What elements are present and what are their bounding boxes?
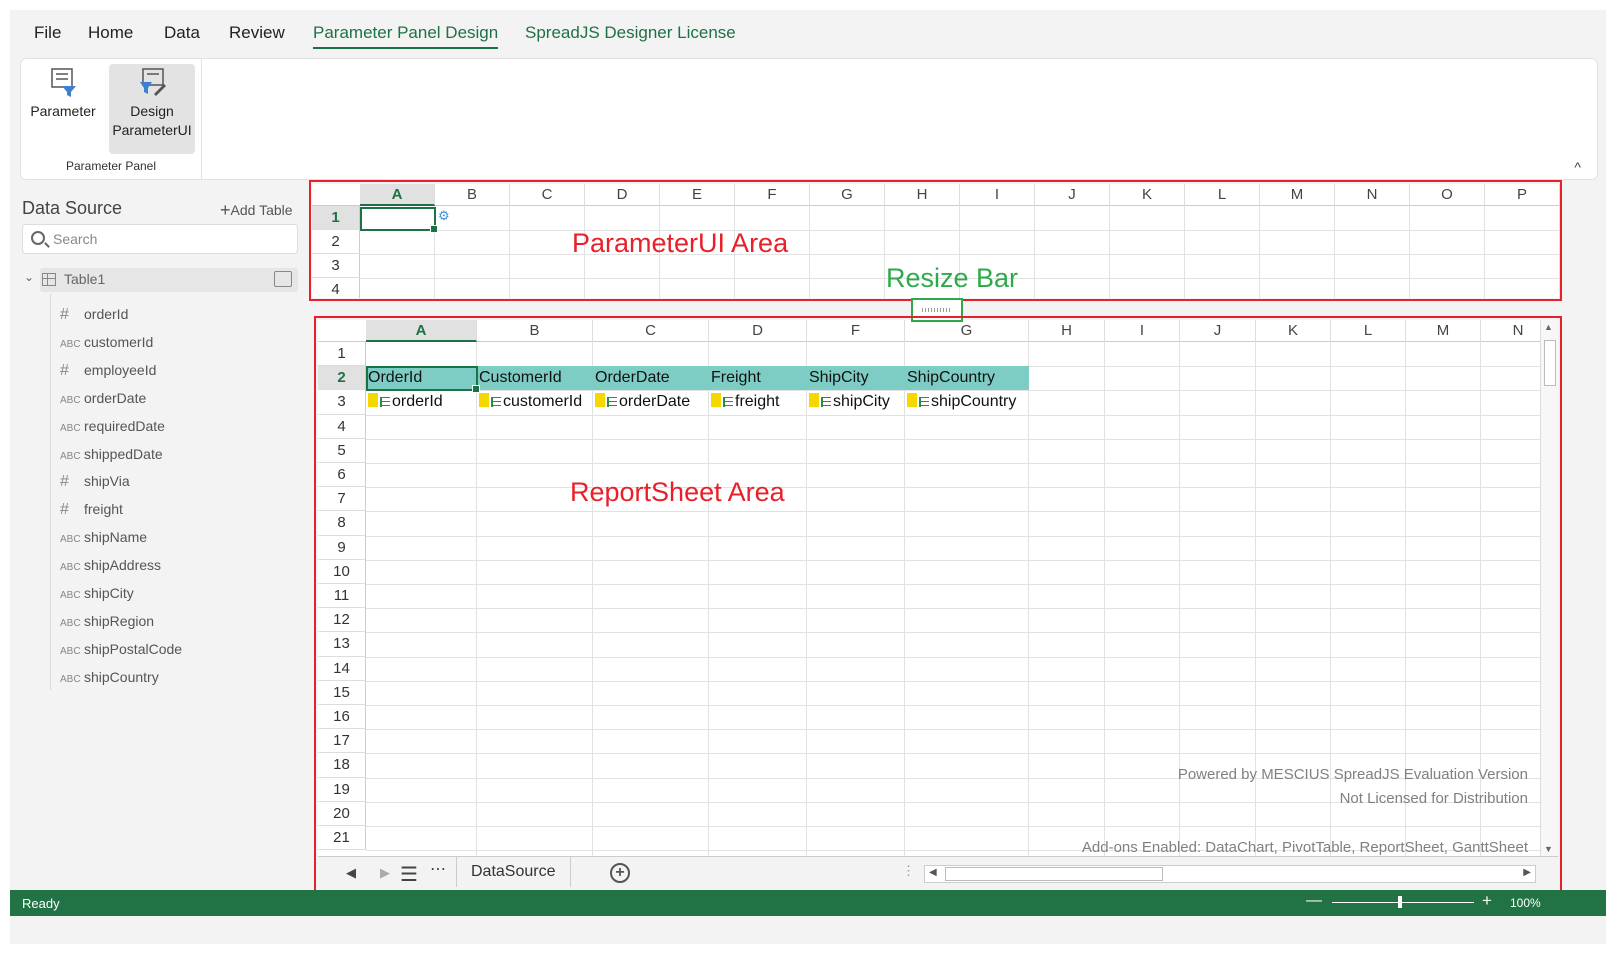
zoom-slider-thumb[interactable]: [1398, 896, 1402, 908]
status-bar: Ready — + 100%: [10, 890, 1606, 916]
add-table-button[interactable]: +Add Table: [220, 200, 293, 221]
field-item[interactable]: ABC shippedDate: [60, 446, 163, 468]
number-type-icon: #: [60, 473, 69, 491]
number-type-icon: #: [60, 361, 69, 379]
field-name: shipCity: [84, 585, 134, 601]
field-item[interactable]: ABC shipName: [60, 529, 147, 551]
field-name: shipName: [84, 529, 148, 546]
table-node[interactable]: ⌄ Table1: [24, 268, 298, 292]
parameter-label: Parameter: [30, 103, 96, 119]
zoom-value: 100%: [1510, 896, 1541, 910]
text-type-icon: ABC: [60, 645, 81, 657]
ribbon-separator: [201, 59, 202, 179]
table-icon: [42, 273, 56, 286]
field-name: shipRegion: [84, 612, 155, 629]
field-item[interactable]: ABC shipPostalCode: [60, 641, 182, 663]
zoom-slider[interactable]: [1332, 902, 1474, 903]
reportsheet-area-label: ReportSheet Area: [570, 477, 785, 507]
field-item[interactable]: # employeeId: [60, 362, 156, 384]
field-item[interactable]: # orderId: [60, 306, 128, 328]
menu-data[interactable]: Data: [164, 23, 200, 43]
field-name: shippedDate: [84, 445, 163, 462]
design-parameterui-button[interactable]: Design ParameterUI: [109, 64, 195, 154]
plus-icon: +: [220, 200, 231, 220]
field-item[interactable]: ABC orderDate: [60, 390, 146, 412]
design-label-1: Design: [130, 103, 174, 119]
search-box: [22, 224, 298, 254]
field-name: shipCountry: [84, 668, 159, 685]
parameterui-area-label: ParameterUI Area: [572, 228, 789, 258]
menu-home[interactable]: Home: [88, 23, 133, 43]
ribbon-group-label: Parameter Panel: [65, 159, 157, 173]
text-type-icon: ABC: [60, 422, 81, 434]
menu-bar: File Home Data Review Parameter Panel De…: [10, 10, 1606, 56]
data-source-panel: Data Source +Add Table ⌄ Table1 # orderId…: [10, 188, 310, 888]
menu-parameter-panel-design[interactable]: Parameter Panel Design: [313, 23, 499, 49]
number-type-icon: #: [60, 501, 69, 519]
zoom-in-icon[interactable]: +: [1482, 891, 1492, 911]
ribbon: Parameter Design ParameterUI Parameter P…: [20, 58, 1598, 180]
zoom-out-icon[interactable]: —: [1306, 892, 1322, 910]
table-name: Table1: [64, 271, 106, 287]
field-item[interactable]: # freight: [60, 501, 123, 523]
text-type-icon: ABC: [60, 590, 81, 601]
field-name: shipPostalCode: [84, 640, 183, 657]
add-table-label: Add Table: [230, 202, 293, 218]
tree-line: [50, 294, 51, 690]
field-name: orderId: [84, 306, 129, 322]
search-icon: [31, 231, 45, 245]
field-item[interactable]: # shipVia: [60, 473, 130, 495]
field-name: employeeId: [84, 361, 157, 378]
resize-bar-label: Resize Bar: [886, 263, 1019, 293]
text-type-icon: ABC: [60, 673, 81, 685]
text-type-icon: ABC: [60, 394, 81, 406]
design-parameterui-icon: [140, 68, 166, 96]
text-type-icon: ABC: [60, 617, 81, 629]
menu-file[interactable]: File: [34, 23, 61, 43]
field-name: orderDate: [84, 389, 147, 406]
field-item[interactable]: ABC customerId: [60, 334, 153, 356]
collapse-ribbon-icon[interactable]: ^: [1574, 159, 1581, 175]
field-name: customerId: [84, 333, 154, 350]
menu-review[interactable]: Review: [229, 23, 285, 43]
table-menu-icon[interactable]: [274, 271, 292, 287]
parameter-button[interactable]: Parameter: [25, 64, 101, 154]
field-item[interactable]: ABC shipAddress: [60, 557, 161, 579]
data-source-title: Data Source: [22, 198, 123, 218]
number-type-icon: #: [60, 306, 69, 323]
field-name: shipVia: [84, 473, 130, 490]
design-label-2: ParameterUI: [112, 122, 192, 138]
field-name: freight: [84, 501, 123, 518]
field-name: requiredDate: [84, 417, 165, 434]
parameter-icon: [51, 68, 76, 97]
text-type-icon: ABC: [60, 338, 81, 350]
field-item[interactable]: ABC shipCountry: [60, 669, 159, 691]
text-type-icon: ABC: [60, 450, 81, 462]
field-item[interactable]: ABC shipCity: [60, 585, 134, 607]
status-text: Ready: [22, 896, 60, 911]
field-item[interactable]: ABC shipRegion: [60, 613, 154, 635]
text-type-icon: ABC: [60, 534, 81, 546]
text-type-icon: ABC: [60, 562, 81, 574]
spreadjs-designer: File Home Data Review Parameter Panel De…: [10, 10, 1606, 944]
field-name: shipAddress: [84, 557, 162, 574]
reportsheet-area-outline: [314, 316, 1562, 892]
menu-license[interactable]: SpreadJS Designer License: [525, 23, 736, 43]
search-input[interactable]: [53, 229, 283, 249]
field-item[interactable]: ABC requiredDate: [60, 418, 165, 440]
resize-grip-icon[interactable]: [922, 308, 952, 312]
chevron-down-icon[interactable]: ⌄: [24, 270, 34, 284]
